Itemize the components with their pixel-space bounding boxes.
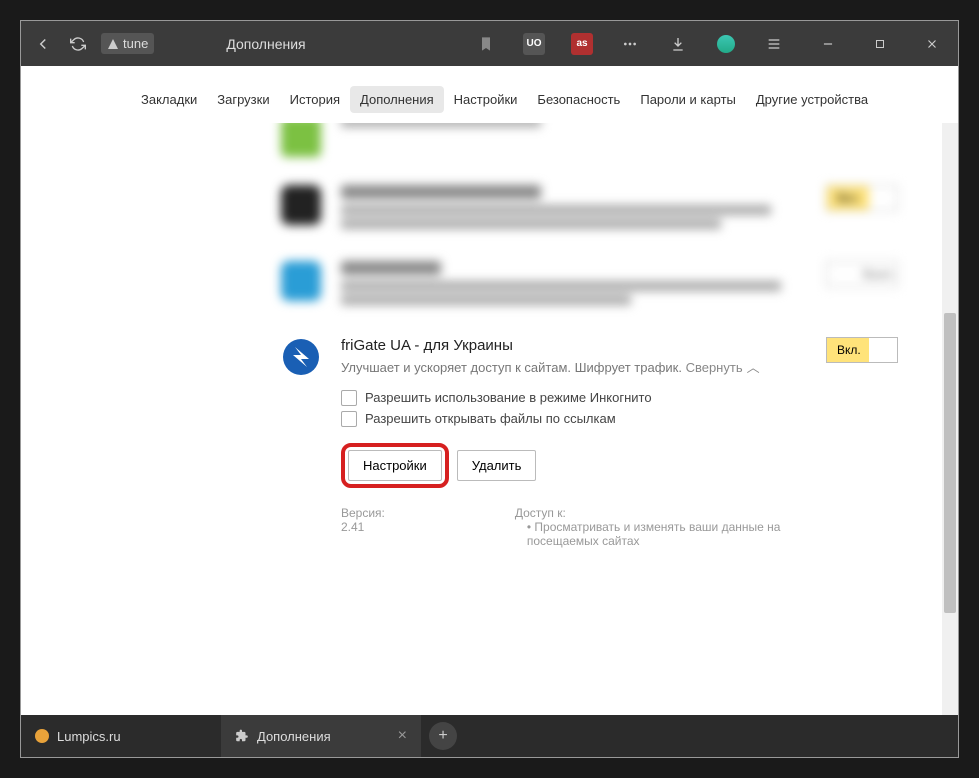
favicon-lumpics bbox=[35, 729, 49, 743]
checkbox-label: Разрешить использование в режиме Инкогни… bbox=[365, 390, 652, 405]
tab-close-icon[interactable]: × bbox=[398, 727, 407, 745]
tab-downloads[interactable]: Загрузки bbox=[207, 86, 279, 113]
extension-item-blurred: Вкл. bbox=[121, 171, 898, 247]
chevron-up-icon: ︿ bbox=[747, 358, 760, 378]
checkbox-file-urls[interactable]: Разрешить открывать файлы по ссылкам bbox=[341, 411, 806, 427]
extension-item-blurred: Выкл. bbox=[121, 247, 898, 323]
more-icon[interactable] bbox=[618, 32, 642, 56]
version-label: Версия: 2.41 bbox=[341, 506, 395, 548]
tab-addons[interactable]: Дополнения bbox=[350, 86, 444, 113]
frigate-icon bbox=[281, 337, 321, 377]
tab-history[interactable]: История bbox=[280, 86, 350, 113]
bookmark-icon[interactable] bbox=[474, 32, 498, 56]
scrollbar[interactable] bbox=[942, 123, 958, 715]
extension-icon bbox=[281, 123, 321, 157]
highlight-annotation: Настройки bbox=[341, 443, 449, 488]
tab-bookmarks[interactable]: Закладки bbox=[131, 86, 207, 113]
menu-icon[interactable] bbox=[762, 32, 786, 56]
tab-passwords[interactable]: Пароли и карты bbox=[630, 86, 746, 113]
extension-icon bbox=[281, 185, 321, 225]
access-item: • Просматривать и изменять ваши данные н… bbox=[527, 520, 806, 548]
close-button[interactable] bbox=[916, 28, 948, 60]
extension-toggle-on[interactable]: Вкл. bbox=[826, 185, 898, 211]
checkbox-label: Разрешить открывать файлы по ссылкам bbox=[365, 411, 616, 426]
url-badge[interactable]: tune bbox=[101, 33, 154, 54]
extensions-list: Вкл. Выкл. friGate UA - для Украины bbox=[21, 123, 958, 715]
tab-settings[interactable]: Настройки bbox=[444, 86, 528, 113]
extension-description: Улучшает и ускоряет доступ к сайтам. Шиф… bbox=[341, 358, 806, 378]
checkbox-icon[interactable] bbox=[341, 390, 357, 406]
settings-tabs: Закладки Загрузки История Дополнения Нас… bbox=[21, 66, 958, 123]
downloads-icon[interactable] bbox=[666, 32, 690, 56]
tab-devices[interactable]: Другие устройства bbox=[746, 86, 878, 113]
extension-toggle-off[interactable]: Выкл. bbox=[826, 261, 898, 287]
maximize-button[interactable] bbox=[864, 28, 896, 60]
browser-tab-lumpics[interactable]: Lumpics.ru bbox=[21, 715, 221, 757]
access-heading: Доступ к: bbox=[515, 506, 806, 520]
tab-label: Lumpics.ru bbox=[57, 729, 121, 744]
reload-button[interactable] bbox=[67, 32, 89, 56]
checkbox-incognito[interactable]: Разрешить использование в режиме Инкогни… bbox=[341, 390, 806, 406]
tab-security[interactable]: Безопасность bbox=[527, 86, 630, 113]
browser-window: tune Дополнения UO as bbox=[20, 20, 959, 758]
page-title: Дополнения bbox=[226, 36, 305, 52]
collapse-link[interactable]: Свернуть︿ bbox=[686, 360, 760, 375]
extension-title: friGate UA - для Украины bbox=[341, 337, 806, 354]
checkbox-icon[interactable] bbox=[341, 411, 357, 427]
ublock-icon[interactable]: UO bbox=[522, 32, 546, 56]
browser-tab-addons[interactable]: Дополнения × bbox=[221, 715, 421, 757]
extension-toggle-on[interactable]: Вкл. bbox=[826, 337, 898, 363]
url-text: tune bbox=[123, 36, 148, 51]
settings-button[interactable]: Настройки bbox=[348, 450, 442, 481]
favicon-extension-icon bbox=[235, 729, 249, 743]
back-button[interactable] bbox=[31, 32, 55, 56]
profile-icon[interactable] bbox=[714, 32, 738, 56]
delete-button[interactable]: Удалить bbox=[457, 450, 537, 481]
content-area: Закладки Загрузки История Дополнения Нас… bbox=[21, 66, 958, 715]
lastfm-icon[interactable]: as bbox=[570, 32, 594, 56]
titlebar: tune Дополнения UO as bbox=[21, 21, 958, 66]
extension-frigate: friGate UA - для Украины Улучшает и уско… bbox=[121, 323, 898, 562]
scrollbar-thumb[interactable] bbox=[944, 313, 956, 613]
minimize-button[interactable] bbox=[812, 28, 844, 60]
extension-item-blurred bbox=[121, 123, 898, 171]
extension-icon bbox=[281, 261, 321, 301]
browser-tabs: Lumpics.ru Дополнения × + bbox=[21, 715, 958, 757]
new-tab-button[interactable]: + bbox=[429, 722, 457, 750]
tab-label: Дополнения bbox=[257, 729, 331, 744]
